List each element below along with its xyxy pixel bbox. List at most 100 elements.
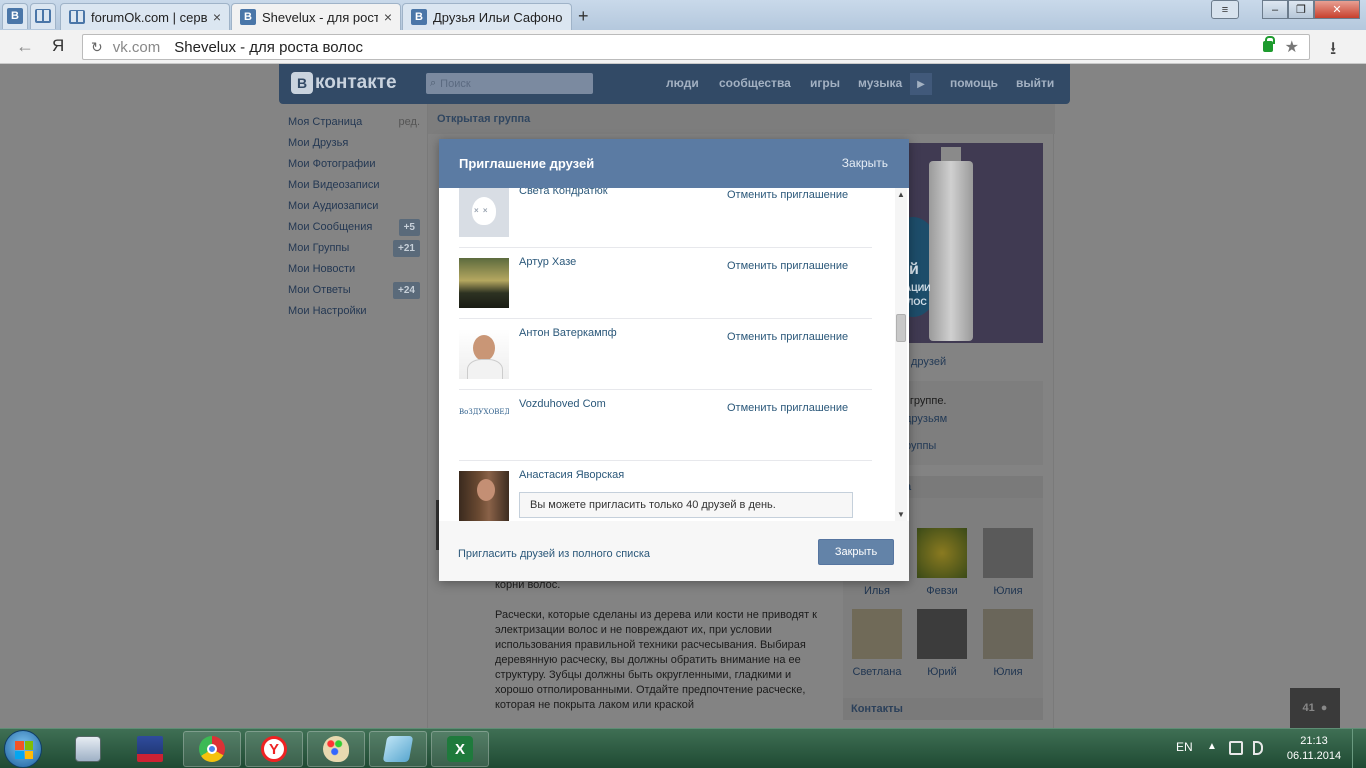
scroll-thumb[interactable] <box>896 314 906 342</box>
taskbar-chrome[interactable] <box>183 731 241 767</box>
menu-item-friends[interactable]: Мои Друзья <box>288 133 420 154</box>
vk-search-input[interactable]: ⌕ Поиск <box>426 73 593 94</box>
tab-friends[interactable]: В Друзья Ильи Сафоно <box>402 3 572 30</box>
menu-item-settings[interactable]: Мои Настройки <box>288 301 420 322</box>
volume-icon[interactable] <box>1253 741 1263 755</box>
invitee-name[interactable]: Vozduhoved Com <box>519 398 606 410</box>
menu-item-audio[interactable]: Мои Аудиозаписи <box>288 196 420 217</box>
online-count: 41 <box>1302 702 1315 714</box>
member-name: Светлана <box>852 666 902 678</box>
nav-people[interactable]: люди <box>666 76 699 90</box>
windows-logo-icon <box>15 741 33 759</box>
calculator-icon <box>75 736 101 762</box>
member-photo <box>983 528 1033 578</box>
invitee-name[interactable]: Антон Ватеркампф <box>519 327 617 339</box>
reload-icon[interactable]: ↻ <box>91 39 103 56</box>
tell-friends-link[interactable]: друзьям <box>905 413 947 425</box>
nav-logout[interactable]: выйти <box>1016 76 1054 90</box>
invite-row: ВоЗДУХОВЕД Vozduhoved Com Отменить пригл… <box>459 390 872 461</box>
download-icon[interactable]: ⭳ <box>1330 36 1336 66</box>
start-button[interactable] <box>4 730 42 768</box>
cancel-invite-link[interactable]: Отменить приглашение <box>727 189 848 201</box>
invitee-name[interactable]: Анастасия Яворская <box>519 469 624 481</box>
menu-label: Мои Ответы <box>288 284 351 296</box>
invite-friends-link[interactable]: друзей <box>911 356 946 368</box>
invite-row: Света Кондратюк Отменить приглашение <box>459 188 872 248</box>
tab-book-pinned[interactable] <box>30 3 56 29</box>
leave-group-link[interactable]: руппы <box>905 440 936 452</box>
music-play-icon[interactable]: ▶ <box>910 73 932 95</box>
vk-icon: В <box>411 9 427 25</box>
star-icon[interactable]: ★ <box>1285 37 1299 57</box>
member-tile[interactable]: Юлия <box>978 609 1038 678</box>
taskbar-yandex-browser[interactable]: Y <box>245 731 303 767</box>
scroll-down-icon[interactable]: ▼ <box>897 510 905 519</box>
invite-list-scrollbar[interactable]: ▲ ▼ <box>895 188 907 521</box>
minimize-button[interactable]: – <box>1262 0 1288 19</box>
landscape-avatar[interactable] <box>459 258 509 308</box>
back-arrow-icon[interactable]: ← <box>16 36 34 57</box>
invitee-name[interactable]: Артур Хазе <box>519 256 576 268</box>
paint-icon <box>323 736 349 762</box>
nav-music[interactable]: музыка <box>858 76 902 90</box>
member-name: Илья <box>863 585 890 597</box>
invitee-name[interactable]: Света Кондратюк <box>519 188 608 197</box>
nav-games[interactable]: игры <box>810 76 840 90</box>
book-icon <box>35 9 51 23</box>
man-avatar[interactable] <box>459 329 509 379</box>
woman-horse-avatar[interactable] <box>459 471 509 521</box>
cancel-invite-link[interactable]: Отменить приглашение <box>727 260 848 272</box>
menu-label: Мои Группы <box>288 242 350 254</box>
cancel-invite-link[interactable]: Отменить приглашение <box>727 402 848 414</box>
menu-item-messages[interactable]: Мои Сообщения +5 <box>288 217 420 238</box>
menu-item-groups[interactable]: Мои Группы +21 <box>288 238 420 259</box>
menu-item-news[interactable]: Мои Новости <box>288 259 420 280</box>
cancel-invite-link[interactable]: Отменить приглашение <box>727 331 848 343</box>
yandex-icon[interactable]: Я <box>52 36 64 56</box>
member-tile[interactable]: Юлия <box>978 528 1038 597</box>
dialog-title: Приглашение друзей <box>459 156 595 171</box>
contacts-header[interactable]: Контакты <box>843 698 1043 720</box>
close-window-button[interactable]: ✕ <box>1314 0 1360 19</box>
taskbar-notepad[interactable] <box>369 731 427 767</box>
online-counter[interactable]: 41 ● <box>1290 688 1340 728</box>
system-clock[interactable]: 21:13 06.11.2014 <box>1284 734 1344 764</box>
menu-item-my-page[interactable]: Моя Страница ред. <box>288 112 420 133</box>
taskbar-excel[interactable]: X <box>431 731 489 767</box>
address-input[interactable]: ↻ vk.com Shevelux - для роста волос ★ <box>82 34 1310 60</box>
menu-item-videos[interactable]: Мои Видеозаписи <box>288 175 420 196</box>
maximize-button[interactable]: ❐ <box>1288 0 1314 19</box>
show-hidden-icons[interactable]: ▲ <box>1207 741 1217 752</box>
taskbar-floppy[interactable] <box>121 731 179 767</box>
menu-item-photos[interactable]: Мои Фотографии <box>288 154 420 175</box>
edit-link[interactable]: ред. <box>399 112 420 133</box>
tab-close-icon[interactable]: × <box>384 9 392 25</box>
invite-from-full-list-link[interactable]: Пригласить друзей из полного списка <box>458 548 650 560</box>
member-tile[interactable]: Юрий <box>912 609 972 678</box>
logo-avatar[interactable]: ВоЗДУХОВЕД <box>459 400 509 450</box>
hamburger-menu-icon[interactable]: ≡ <box>1211 0 1239 19</box>
taskbar-calculator[interactable] <box>59 731 117 767</box>
group-article: корни волос. Расчески, которые сделаны и… <box>495 578 825 728</box>
deactivated-dog-avatar[interactable] <box>459 188 509 237</box>
nav-communities[interactable]: сообщества <box>719 76 791 90</box>
tab-close-icon[interactable]: × <box>213 9 221 25</box>
tab-forumok[interactable]: forumOk.com | сервис × <box>60 3 230 30</box>
group-type-label: Открытая группа <box>437 113 531 125</box>
menu-item-answers[interactable]: Мои Ответы +24 <box>288 280 420 301</box>
dialog-close-link[interactable]: Закрыть <box>842 156 888 170</box>
network-icon[interactable] <box>1229 741 1243 755</box>
member-tile[interactable]: Светлана <box>847 609 907 678</box>
vk-logo[interactable]: В контакте <box>291 72 397 94</box>
member-name: Февзи <box>926 585 958 597</box>
member-tile[interactable]: Февзи <box>912 528 972 597</box>
show-desktop-button[interactable] <box>1352 729 1366 768</box>
tab-vk-pinned[interactable]: В <box>2 3 28 29</box>
new-tab-button[interactable]: + <box>578 6 589 27</box>
tab-shevelux[interactable]: В Shevelux - для роста в × <box>231 3 401 30</box>
language-indicator[interactable]: EN <box>1176 740 1193 754</box>
nav-help[interactable]: помощь <box>950 76 998 90</box>
scroll-up-icon[interactable]: ▲ <box>897 190 905 199</box>
close-button[interactable]: Закрыть <box>818 539 894 565</box>
taskbar-paint[interactable] <box>307 731 365 767</box>
